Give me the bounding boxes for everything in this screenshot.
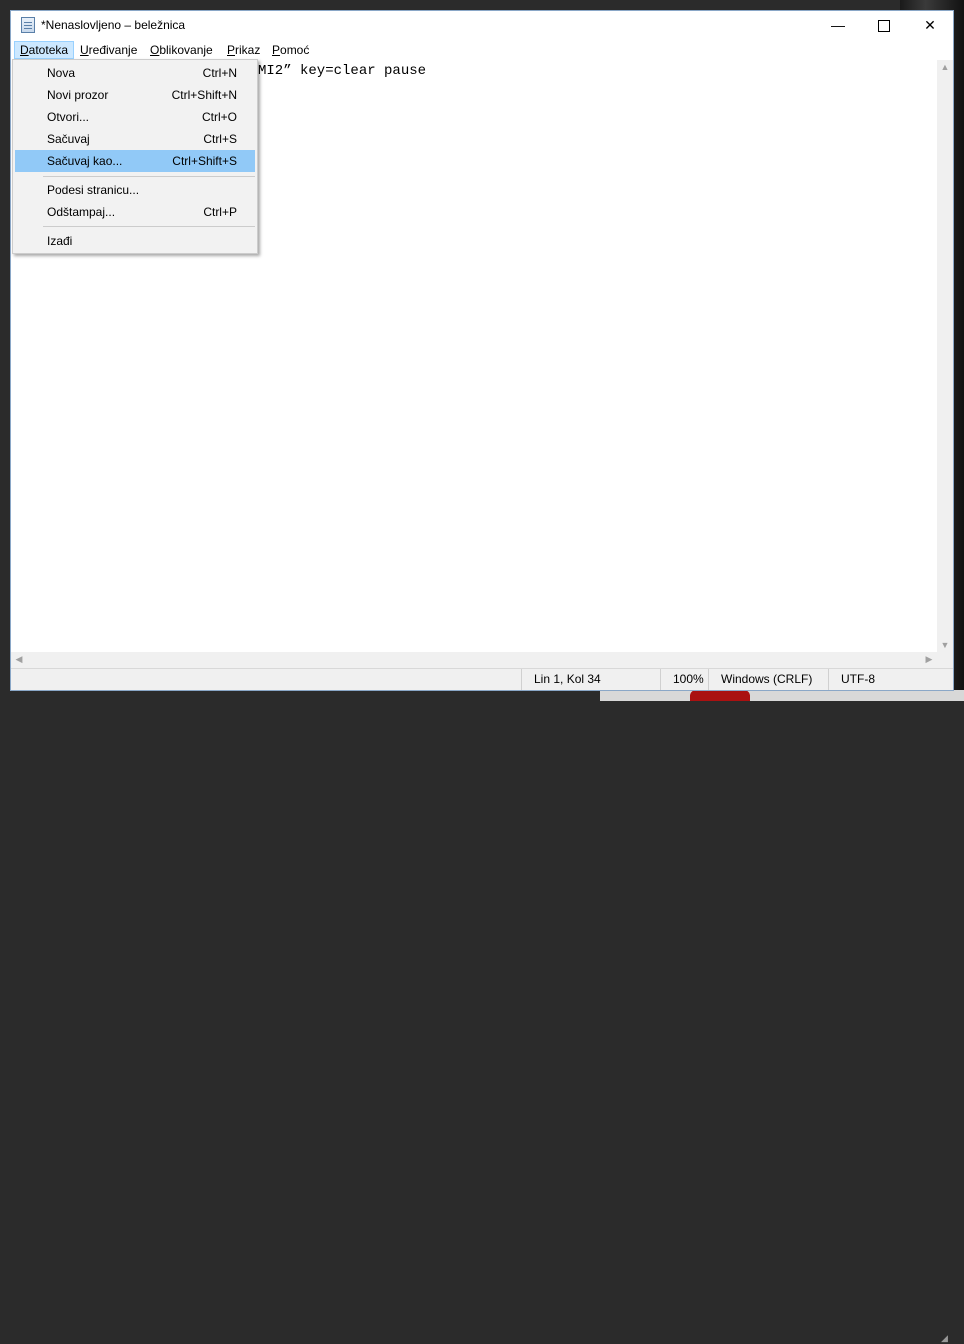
- menu-item-podesi-stranicu[interactable]: Podesi stranicu...: [15, 179, 255, 201]
- scrollbar-corner: [937, 652, 953, 668]
- menu-item-nova[interactable]: Nova Ctrl+N: [15, 62, 255, 84]
- menu-item-sacuvaj-kao[interactable]: Sačuvaj kao... Ctrl+Shift+S: [15, 150, 255, 172]
- vertical-scrollbar[interactable]: ▲ ▼: [937, 60, 953, 652]
- status-encoding: UTF-8: [828, 669, 938, 690]
- scroll-left-icon[interactable]: ◀: [11, 654, 27, 665]
- menu-oblikovanje[interactable]: Oblikovanje: [145, 41, 218, 59]
- menu-pomoc[interactable]: Pomoć: [267, 41, 314, 59]
- menu-item-izadji[interactable]: Izađi: [15, 230, 255, 252]
- minimize-button[interactable]: —: [815, 11, 861, 40]
- close-button[interactable]: ✕: [907, 11, 953, 40]
- notepad-app-icon[interactable]: [21, 17, 35, 33]
- menu-separator: [43, 176, 255, 177]
- resize-grip-icon[interactable]: ◢: [941, 1333, 948, 1344]
- maximize-icon: [878, 20, 890, 33]
- menu-bar: Datoteka Uređivanje Oblikovanje Prikaz P…: [11, 40, 953, 60]
- menu-uredjivanje[interactable]: Uređivanje: [75, 41, 142, 59]
- desktop-background-detail: [690, 690, 750, 701]
- menu-datoteka[interactable]: Datoteka: [14, 41, 75, 59]
- scroll-up-icon[interactable]: ▲: [937, 62, 953, 72]
- status-bar: Lin 1, Kol 34 100% Windows (CRLF) UTF-8 …: [11, 668, 953, 1343]
- scroll-down-icon[interactable]: ▼: [937, 640, 953, 650]
- menu-item-sacuvaj[interactable]: Sačuvaj Ctrl+S: [15, 128, 255, 150]
- maximize-button[interactable]: [861, 11, 907, 40]
- file-menu-dropdown: Nova Ctrl+N Novi prozor Ctrl+Shift+N Otv…: [12, 59, 258, 254]
- desktop-background-strip: [600, 690, 964, 701]
- menu-separator: [43, 226, 255, 227]
- menu-item-otvori[interactable]: Otvori... Ctrl+O: [15, 106, 255, 128]
- status-cursor-position: Lin 1, Kol 34: [521, 669, 660, 690]
- window-title: *Nenaslovljeno – beležnica: [41, 18, 186, 32]
- status-line-ending: Windows (CRLF): [708, 669, 828, 690]
- scroll-right-icon[interactable]: ▶: [921, 654, 937, 665]
- menu-prikaz[interactable]: Prikaz: [222, 41, 265, 59]
- status-zoom: 100%: [660, 669, 708, 690]
- menu-item-novi-prozor[interactable]: Novi prozor Ctrl+Shift+N: [15, 84, 255, 106]
- horizontal-scrollbar[interactable]: ◀ ▶: [11, 652, 937, 668]
- editor-text: MI2” key=clear pause: [258, 63, 427, 79]
- title-bar: *Nenaslovljeno – beležnica — ✕: [11, 11, 953, 40]
- menu-item-odstampaj[interactable]: Odštampaj... Ctrl+P: [15, 201, 255, 223]
